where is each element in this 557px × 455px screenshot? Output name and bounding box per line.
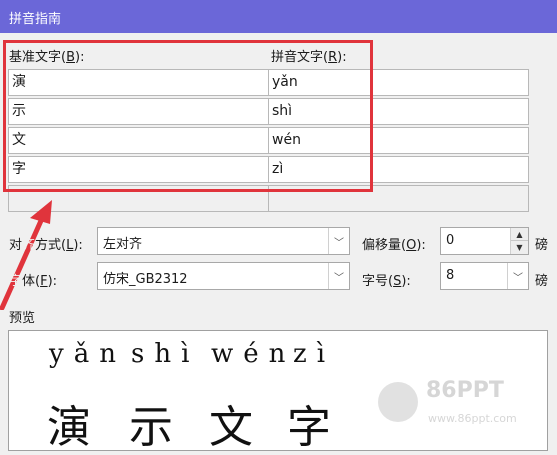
- base-text-header: 基准文字(B):: [9, 46, 84, 65]
- alignment-label-end: ):: [73, 238, 83, 253]
- chevron-down-icon: ﹀: [513, 273, 523, 284]
- preview-pinyin-3: wén: [211, 339, 296, 369]
- font-value: 仿宋_GB2312: [103, 272, 188, 287]
- alignment-value: 左对齐: [103, 237, 143, 252]
- pinyin-text-header-key: R: [328, 50, 338, 65]
- offset-label-key: O: [406, 238, 417, 253]
- preview-hanzi-4: 字: [287, 402, 331, 453]
- preview-hanzi-2: 示: [129, 402, 173, 453]
- alignment-select[interactable]: 左对齐 ﹀: [97, 227, 350, 255]
- base-text-field-2[interactable]: 示: [8, 98, 269, 125]
- offset-label-text: 偏移量(: [362, 238, 407, 253]
- offset-stepper[interactable]: 0 ▲ ▼: [440, 227, 529, 255]
- decrement-icon[interactable]: ▼: [511, 241, 528, 254]
- pinyin-text-field-5[interactable]: [268, 185, 529, 212]
- base-text-field-3[interactable]: 文: [8, 127, 269, 154]
- alignment-label-suffix: 方式(: [35, 238, 67, 253]
- font-label: 字体(F):: [9, 270, 57, 289]
- title-bar: 拼音指南: [0, 0, 557, 33]
- pinyin-text-header-suffix: ):: [337, 50, 347, 65]
- font-label-end: ):: [47, 274, 58, 289]
- font-select[interactable]: 仿宋_GB2312 ﹀: [97, 262, 350, 290]
- pinyin-text-field-2[interactable]: shì: [268, 98, 529, 125]
- alignment-label: 对齐方式(L):: [9, 234, 83, 253]
- window-title: 拼音指南: [9, 12, 62, 27]
- offset-stepper-buttons: ▲ ▼: [510, 228, 528, 254]
- base-text-field-1[interactable]: 演: [8, 69, 269, 96]
- preview-pinyin-1: yǎn: [49, 339, 126, 369]
- preview-hanzi-1: 演: [47, 402, 91, 453]
- size-value: 8: [446, 268, 455, 283]
- preview-pinyin-2: shì: [131, 339, 200, 369]
- pinyin-text-header: 拼音文字(R):: [271, 46, 347, 65]
- offset-label-end: ):: [416, 238, 426, 253]
- red-arrow-icon: [0, 200, 52, 310]
- pinyin-text-field-4[interactable]: zì: [268, 156, 529, 183]
- alignment-label-hidden: 齐: [22, 238, 36, 253]
- font-label-suffix: 体(: [22, 274, 41, 289]
- offset-value: 0: [446, 233, 455, 248]
- preview-hanzi-3: 文: [209, 402, 253, 453]
- base-text-header-suffix: ):: [75, 50, 85, 65]
- size-label-text: 字号(: [362, 274, 394, 289]
- base-text-header-key: B: [66, 50, 75, 65]
- base-text-header-label: 基准文字(: [9, 50, 67, 65]
- pinyin-text-header-label: 拼音文字(: [271, 50, 329, 65]
- alignment-dropdown-button[interactable]: ﹀: [328, 228, 349, 254]
- watermark-url: www.86ppt.com: [428, 412, 517, 425]
- increment-icon[interactable]: ▲: [511, 228, 528, 241]
- base-text-field-4[interactable]: 字: [8, 156, 269, 183]
- size-select[interactable]: 8 ﹀: [440, 262, 529, 290]
- watermark-brand: 86PPT: [426, 378, 504, 403]
- pinyin-text-field-1[interactable]: yǎn: [268, 69, 529, 96]
- preview-label: 预览: [9, 311, 36, 326]
- offset-label: 偏移量(O):: [362, 234, 426, 253]
- offset-unit: 磅: [535, 238, 549, 253]
- font-label-hidden: 字: [9, 274, 23, 289]
- preview-pinyin-4: zì: [293, 339, 336, 369]
- size-label-end: ):: [401, 274, 411, 289]
- chevron-down-icon: ﹀: [334, 238, 344, 249]
- pinyin-text-field-3[interactable]: wén: [268, 127, 529, 154]
- watermark: 86PPT www.86ppt.com: [372, 378, 552, 438]
- size-label: 字号(S):: [362, 270, 411, 289]
- size-dropdown-button[interactable]: ﹀: [507, 263, 528, 289]
- chevron-down-icon: ﹀: [334, 273, 344, 284]
- watermark-logo-icon: [378, 382, 418, 422]
- font-dropdown-button[interactable]: ﹀: [328, 263, 349, 289]
- font-label-key: F: [40, 274, 48, 289]
- size-unit: 磅: [535, 274, 549, 289]
- alignment-label-prefix: 对: [9, 238, 23, 253]
